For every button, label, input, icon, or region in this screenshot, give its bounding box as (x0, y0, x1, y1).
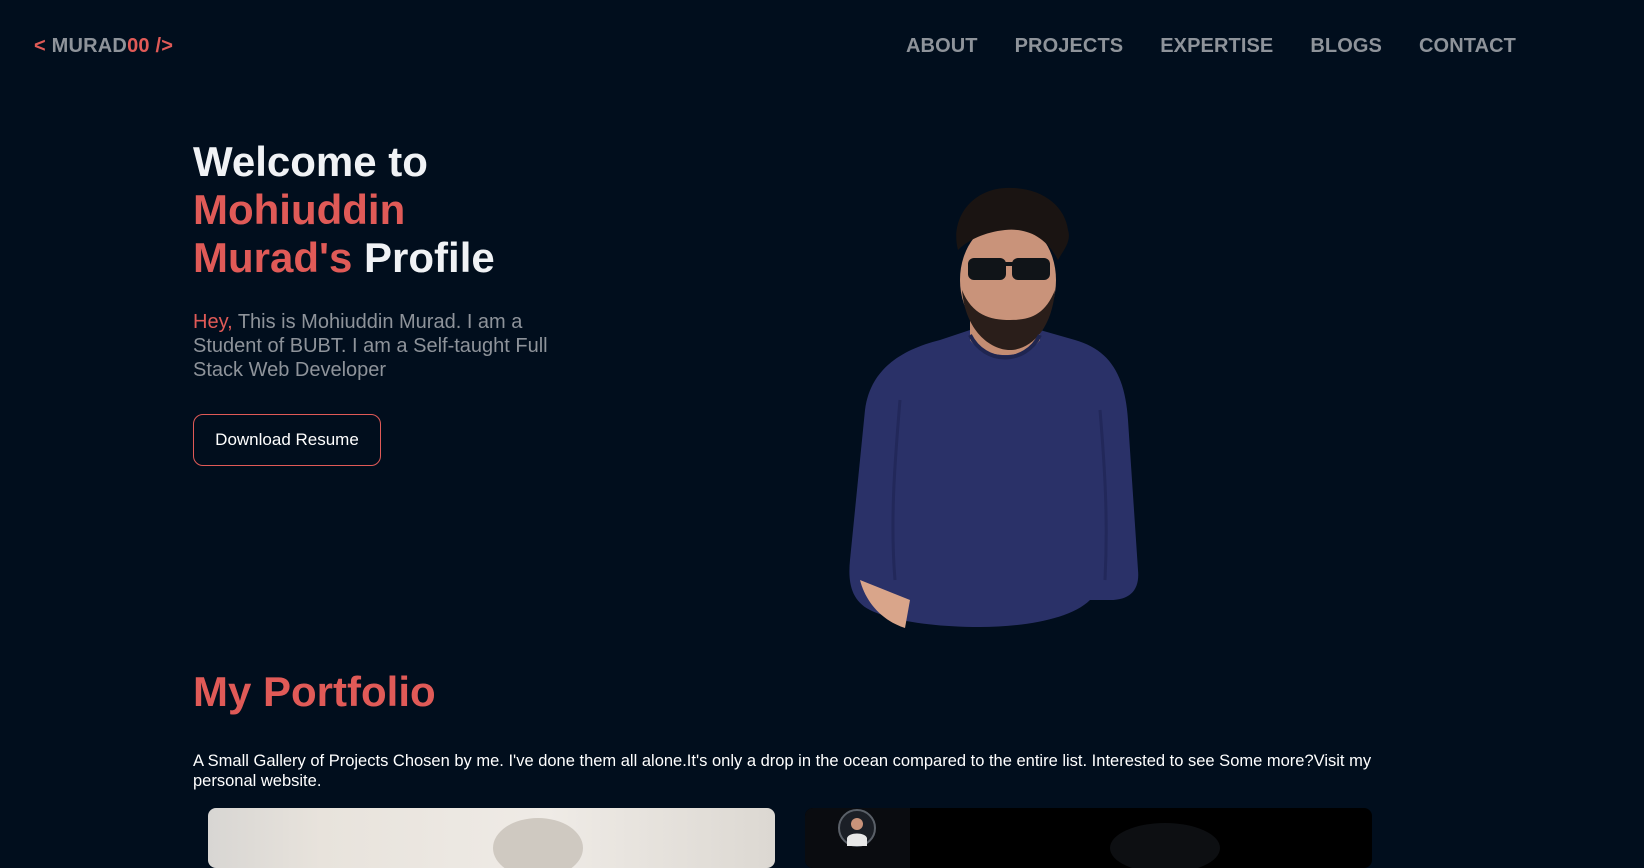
hero-heading-profile: Profile (352, 234, 495, 281)
hero-heading-name: Mohiuddin (193, 186, 406, 233)
logo-bracket-open: < (34, 35, 52, 57)
portfolio-description: A Small Gallery of Projects Chosen by me… (193, 752, 1372, 790)
nav-link-blogs[interactable]: BLOGS (1310, 35, 1382, 58)
site-logo[interactable]: < MURAD00 /> (34, 35, 173, 58)
top-navbar: < MURAD00 /> ABOUT PROJECTS EXPERTISE BL… (0, 0, 1644, 94)
project-thumbnail (493, 818, 583, 868)
project-thumbnail (838, 809, 1220, 868)
logo-number: 00 (127, 35, 150, 57)
hero-description-text: This is Mohiuddin Murad. I am a Student … (193, 311, 548, 381)
logo-bracket-close: /> (149, 35, 174, 57)
download-resume-button[interactable]: Download Resume (193, 414, 381, 466)
hero-heading: Welcome to Mohiuddin Murad's Profile (193, 138, 495, 282)
nav-link-about[interactable]: ABOUT (906, 35, 978, 58)
hero-description: Hey, This is Mohiuddin Murad. I am a Stu… (193, 310, 583, 382)
hero-greeting: Hey, (193, 311, 233, 333)
hero-heading-surname: Murad's (193, 234, 353, 281)
nav-link-contact[interactable]: CONTACT (1419, 35, 1516, 58)
hero-heading-line1: Welcome to (193, 138, 428, 185)
logo-name: MURAD (51, 35, 128, 57)
nav-link-projects[interactable]: PROJECTS (1015, 35, 1124, 58)
project-card[interactable] (208, 808, 775, 868)
project-card[interactable] (805, 808, 1372, 868)
main-menu: ABOUT PROJECTS EXPERTISE BLOGS CONTACT (906, 35, 1516, 58)
profile-photo (849, 187, 1139, 628)
nav-link-expertise[interactable]: EXPERTISE (1160, 35, 1273, 58)
portfolio-title: My Portfolio (193, 668, 436, 715)
